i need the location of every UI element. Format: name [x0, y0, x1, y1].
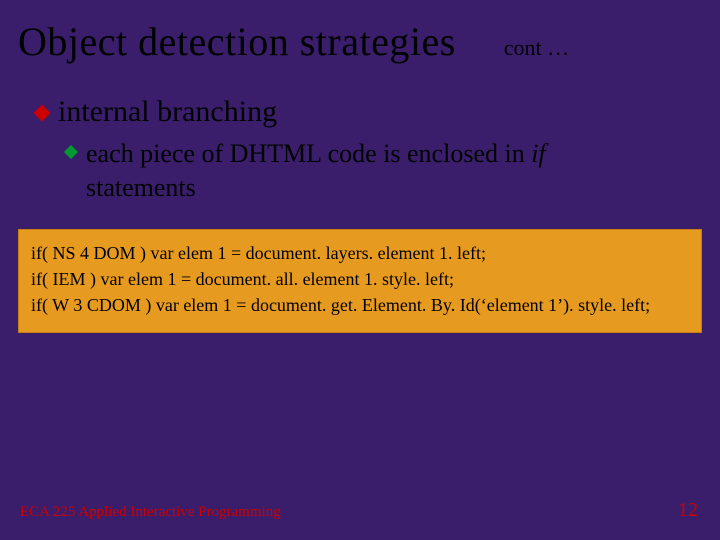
code-line-2: if( IEM ) var elem 1 = document. all. el… [31, 266, 689, 292]
bullet-2-text: each piece of DHTML code is enclosed in … [86, 137, 546, 205]
course-label: ECA 225 Applied Interactive Programming [20, 504, 281, 521]
page-title: Object detection strategies [18, 18, 456, 65]
bullet-2-pre: each piece of DHTML code is enclosed in [86, 139, 531, 168]
page-number: 12 [678, 499, 698, 522]
bullet-level-1: internal branching [36, 95, 700, 129]
diamond-bullet-icon [34, 105, 51, 122]
code-line-3: if( W 3 CDOM ) var elem 1 = document. ge… [31, 292, 689, 318]
bullet-level-2: each piece of DHTML code is enclosed in … [66, 137, 700, 205]
content-area: internal branching each piece of DHTML c… [0, 65, 720, 205]
diamond-bullet-icon [64, 145, 78, 159]
bullet-2-if-keyword: if [531, 139, 545, 168]
bullet-1-text: internal branching [58, 95, 277, 129]
bullet-2-post: statements [86, 173, 196, 202]
code-line-1: if( NS 4 DOM ) var elem 1 = document. la… [31, 240, 689, 266]
footer: ECA 225 Applied Interactive Programming … [20, 499, 698, 522]
title-continuation: cont … [504, 35, 569, 61]
code-box: if( NS 4 DOM ) var elem 1 = document. la… [18, 229, 702, 333]
title-row: Object detection strategies cont … [0, 0, 720, 65]
